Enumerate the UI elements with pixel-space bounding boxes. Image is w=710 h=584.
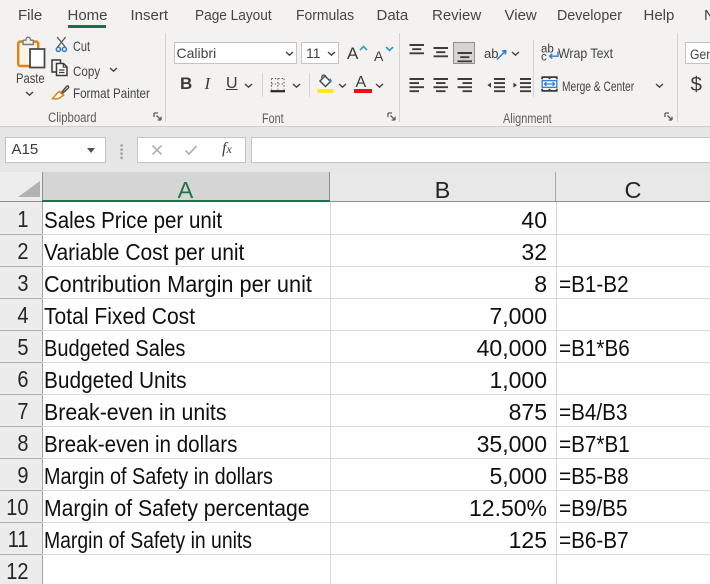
svg-text:ab: ab (484, 46, 498, 61)
svg-text:c: c (541, 52, 547, 64)
